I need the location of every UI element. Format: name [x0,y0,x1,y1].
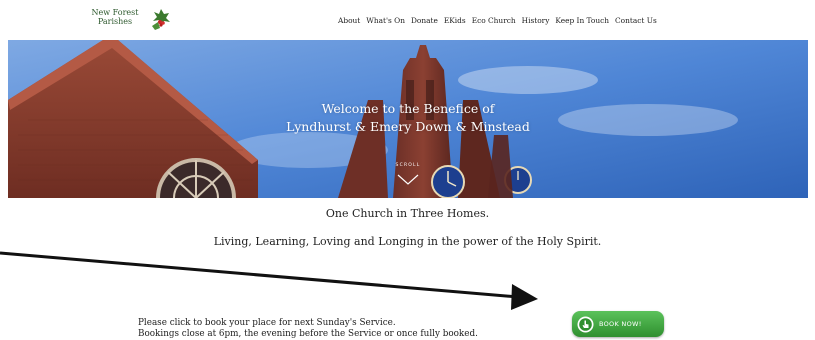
book-now-label: BOOK NOW! [599,320,642,328]
site-header: New Forest Parishes About What's On Dona… [0,0,815,40]
holly-icon [152,9,170,30]
site-logo[interactable]: New Forest Parishes [78,6,178,36]
nav-keep-in-touch[interactable]: Keep In Touch [555,13,609,29]
scroll-label[interactable]: SCROLL [8,163,808,168]
tagline-secondary: Living, Learning, Loving and Longing in … [213,235,602,248]
nav-about[interactable]: About [338,13,360,29]
nav-contact-us[interactable]: Contact Us [615,13,657,29]
hand-pointer-icon [577,316,594,332]
logo-line2: Parishes [97,17,133,26]
main-nav: About What's On Donate EKids Eco Church … [338,13,657,29]
nav-ekids[interactable]: EKids [444,13,466,29]
nav-eco-church[interactable]: Eco Church [472,13,516,29]
nav-donate[interactable]: Donate [411,13,438,29]
booking-line2: Bookings close at 6pm, the evening befor… [138,329,478,339]
hero-title-line1: Welcome to the Benefice of [321,101,495,116]
logo-text: New Forest Parishes [84,8,146,26]
hero-title-line2: Lyndhurst & Emery Down & Minstead [286,119,530,134]
chevron-down-icon[interactable] [397,174,419,186]
nav-history[interactable]: History [522,13,550,29]
tagline-primary: One Church in Three Homes. [325,207,490,220]
book-now-button[interactable]: BOOK NOW! [572,311,664,337]
booking-line1: Please click to book your place for next… [138,318,396,328]
hero-banner: Welcome to the Benefice of Lyndhurst & E… [8,40,808,198]
booking-instructions: Please click to book your place for next… [138,318,558,340]
nav-whats-on[interactable]: What's On [366,13,405,29]
logo-line1: New Forest [91,8,139,17]
hero-title: Welcome to the Benefice of Lyndhurst & E… [8,100,808,136]
